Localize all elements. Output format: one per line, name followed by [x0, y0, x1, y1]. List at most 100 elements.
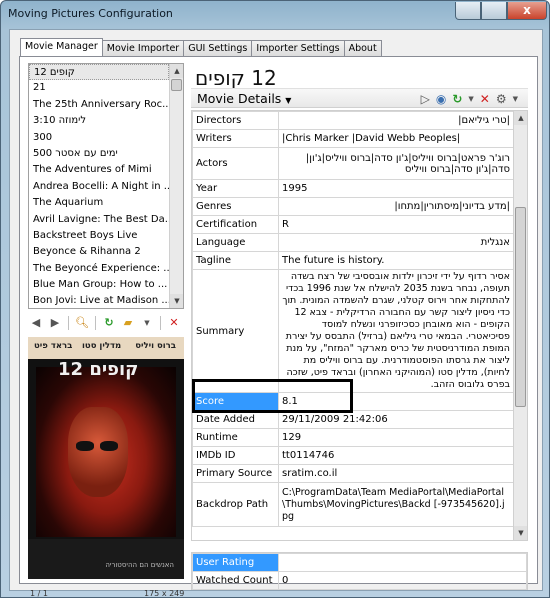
title-bar[interactable]: Moving Pictures Configuration x	[1, 1, 549, 27]
table-row[interactable]: Certification R	[192, 215, 514, 234]
list-item[interactable]: Bon Jovi: Live at Madison ...	[29, 293, 169, 308]
tab-movie-importer[interactable]: Movie Importer	[101, 40, 185, 56]
list-item[interactable]: 300	[29, 130, 169, 146]
table-row[interactable]: Date Added 29/11/2009 21:42:06	[192, 410, 514, 429]
poster-goggle	[76, 441, 94, 451]
scroll-thumb[interactable]	[515, 207, 526, 407]
tab-gui-settings[interactable]: GUI Settings	[183, 40, 253, 56]
play-icon[interactable]: ▷	[421, 92, 430, 106]
field-value[interactable]: אסיר רדוף על ידי זיכרון ילדות אובססיבי ש…	[278, 269, 514, 393]
field-value[interactable]: |מדע בדיוני|מיסתורין|מתחו|	[278, 197, 514, 216]
field-value[interactable]: C:\ProgramData\Team MediaPortal\MediaPor…	[278, 482, 514, 527]
user-fields-table: User Rating Watched Count 0	[192, 553, 527, 590]
field-label: Language	[192, 233, 279, 252]
table-row[interactable]: Tagline The future is history.	[192, 251, 514, 270]
details-grid[interactable]: Directors |טרי גיליאם| Writers |Chris Mark…	[191, 110, 528, 541]
table-row[interactable]: User Rating	[192, 553, 527, 572]
field-value[interactable]: tt0114746	[278, 446, 514, 465]
field-value[interactable]: |Chris Marker |David Webb Peoples|	[278, 129, 514, 148]
list-item[interactable]: Blue Man Group: How to ...	[29, 277, 169, 293]
refresh-icon[interactable]: ↻	[101, 315, 117, 331]
details-table: Directors |טרי גיליאם| Writers |Chris Mark…	[192, 111, 514, 527]
field-value[interactable]: רוג'ר פראט|ברוס וויליס|ג'ון סדה|ברוס ווי…	[278, 147, 514, 180]
table-row[interactable]: Directors |טרי גיליאם|	[192, 111, 514, 130]
tab-importer-settings[interactable]: Importer Settings	[251, 40, 345, 56]
list-item[interactable]: ימים עם אסטר 500	[29, 146, 169, 162]
gear-icon[interactable]: ⚙	[496, 92, 507, 106]
table-row[interactable]: Writers |Chris Marker |David Webb Peoples…	[192, 129, 514, 148]
delete-icon[interactable]: ✕	[166, 315, 182, 331]
dropdown-arrow-icon[interactable]: ▼	[513, 92, 518, 106]
table-row[interactable]: Watched Count 0	[192, 571, 527, 590]
movie-list[interactable]: קופים 12 21 The 25th Anniversary Roc... …	[28, 63, 184, 309]
dropdown-arrow-icon[interactable]: ▼	[468, 92, 473, 106]
field-value[interactable]: אנגלית	[278, 233, 514, 252]
field-value[interactable]: 1995	[278, 179, 514, 198]
list-item[interactable]: The Adventures of Mimi	[29, 162, 169, 178]
field-value[interactable]: 29/11/2009 21:42:06	[278, 410, 514, 429]
poster-artwork	[36, 367, 176, 537]
client-area: Movie Manager Movie Importer GUI Setting…	[9, 29, 543, 598]
table-row[interactable]: Runtime 129	[192, 428, 514, 447]
scroll-down-icon[interactable]: ▼	[514, 526, 527, 540]
table-row[interactable]: Actors רוג'ר פראט|ברוס וויליס|ג'ון סדה|בר…	[192, 147, 514, 180]
list-item[interactable]: Andrea Bocelli: A Night in ...	[29, 179, 169, 195]
artwork-toolbar: ◀ ▶ 🔍︎ ↻ ▰ ▼ ✕	[28, 314, 182, 332]
list-item[interactable]: 21	[29, 80, 169, 96]
refresh-icon[interactable]: ↻	[452, 92, 462, 106]
list-item[interactable]: קופים 12	[29, 64, 169, 81]
details-dropdown[interactable]: Movie Details ▼	[197, 91, 291, 106]
maximize-button[interactable]	[481, 2, 507, 20]
field-value[interactable]: sratim.co.il	[278, 464, 514, 483]
table-row[interactable]: Genres |מדע בדיוני|מיסתורין|מתחו|	[192, 197, 514, 216]
list-item[interactable]: Avril Lavigne: The Best Da...	[29, 212, 169, 228]
field-value[interactable]: R	[278, 215, 514, 234]
field-label: Actors	[192, 147, 279, 180]
table-row[interactable]: Year 1995	[192, 179, 514, 198]
zoom-icon[interactable]: 🔍︎	[74, 315, 90, 331]
scroll-up-icon[interactable]: ▲	[514, 111, 527, 125]
table-row[interactable]: Language אנגלית	[192, 233, 514, 252]
next-arrow-icon[interactable]: ▶	[47, 315, 63, 331]
list-item[interactable]: The Aquarium	[29, 195, 169, 211]
tab-strip: Movie Manager Movie Importer GUI Setting…	[20, 38, 382, 56]
image-size: 175 x 249	[144, 589, 185, 598]
eye-icon[interactable]: ◉	[436, 92, 446, 106]
field-value[interactable]: |טרי גיליאם|	[278, 111, 514, 130]
user-fields-grid[interactable]: User Rating Watched Count 0	[191, 552, 528, 590]
list-item[interactable]: The Beyoncé Experience: ...	[29, 261, 169, 277]
dropdown-arrow-icon[interactable]: ▼	[139, 315, 155, 331]
field-label: Backdrop Path	[192, 482, 279, 527]
delete-icon[interactable]: ✕	[480, 92, 490, 106]
details-toolbar: ▷ ◉ ↻ ▼ ✕ ⚙ ▼	[421, 92, 518, 106]
table-row[interactable]: IMDb ID tt0114746	[192, 446, 514, 465]
field-value[interactable]: 0	[278, 571, 527, 590]
scroll-up-icon[interactable]: ▲	[170, 64, 183, 78]
list-item[interactable]: לימוזה 3:10	[29, 113, 169, 129]
folder-icon[interactable]: ▰	[120, 315, 136, 331]
tab-movie-manager[interactable]: Movie Manager	[20, 38, 103, 56]
table-row[interactable]: Summary אסיר רדוף על ידי זיכרון ילדות אוב…	[192, 269, 514, 393]
minimize-button[interactable]	[455, 2, 481, 20]
tab-about[interactable]: About	[343, 40, 382, 56]
field-value[interactable]	[278, 553, 527, 572]
list-item[interactable]: Beyonce & Rihanna 2	[29, 244, 169, 260]
poster-title: 12 קופים	[58, 359, 139, 380]
previous-arrow-icon[interactable]: ◀	[28, 315, 44, 331]
toolbar-divider	[68, 316, 69, 330]
movie-title: 12 קופים	[195, 66, 277, 90]
field-value[interactable]: 129	[278, 428, 514, 447]
table-row[interactable]: Primary Source sratim.co.il	[192, 464, 514, 483]
field-label: Summary	[192, 269, 279, 393]
details-scrollbar[interactable]: ▲ ▼	[513, 111, 527, 540]
scroll-thumb[interactable]	[171, 79, 182, 91]
table-row[interactable]: Backdrop Path C:\ProgramData\Team MediaPo…	[192, 482, 514, 527]
list-item[interactable]: Backstreet Boys Live	[29, 228, 169, 244]
app-window: Moving Pictures Configuration x Movie Ma…	[0, 0, 550, 598]
field-value[interactable]: The future is history.	[278, 251, 514, 270]
movie-list-scrollbar[interactable]: ▲ ▼	[169, 64, 183, 308]
poster-actor-name: ברוס ויליס	[135, 341, 176, 351]
list-item[interactable]: The 25th Anniversary Roc...	[29, 97, 169, 113]
scroll-down-icon[interactable]: ▼	[170, 294, 183, 308]
close-button[interactable]: x	[507, 2, 547, 20]
